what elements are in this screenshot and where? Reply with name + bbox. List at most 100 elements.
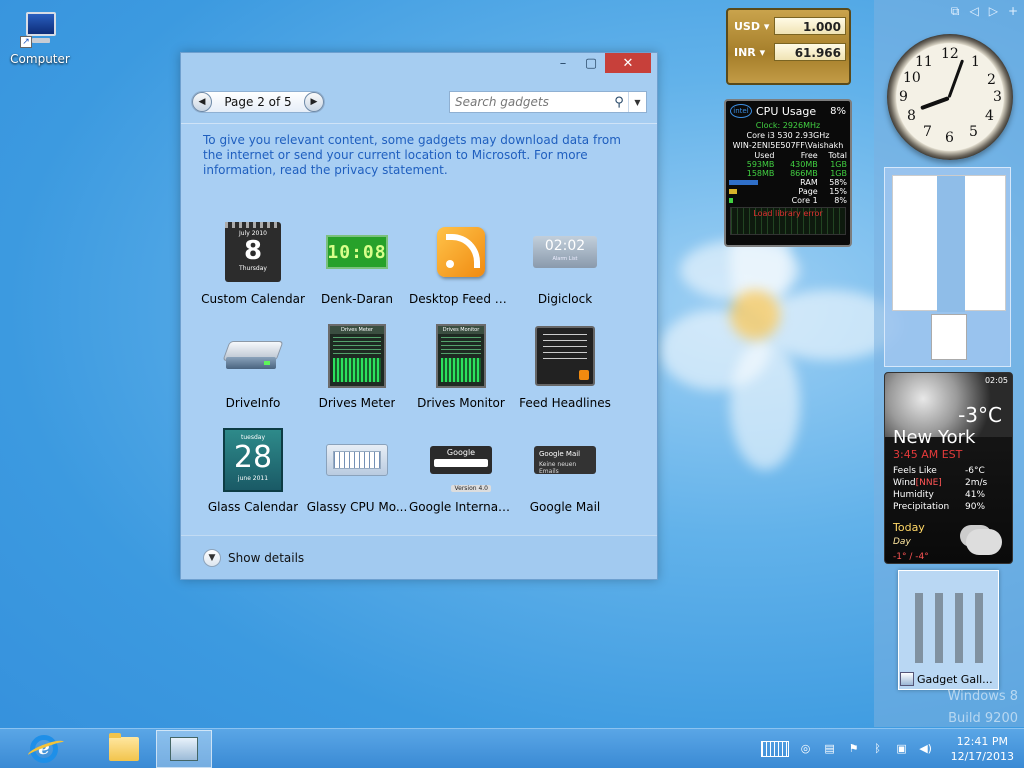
glass-calendar-month: june 2011 bbox=[237, 475, 269, 482]
previous-page-button[interactable]: ◀ bbox=[192, 92, 212, 112]
add-gadget-icon[interactable]: + bbox=[1008, 4, 1018, 19]
gadget-pin-icon[interactable]: ⧉ bbox=[951, 4, 960, 19]
slideshow-gadget[interactable] bbox=[884, 167, 1011, 367]
gadget-tile[interactable]: tuesday 28 june 2011 Glass Calendar bbox=[201, 428, 305, 532]
forecast-today: Today Day -1° / -4° bbox=[893, 521, 929, 563]
gallery-toolbar: ◀ Page 2 of 5 ▶ ⚲ ▼ bbox=[191, 90, 647, 114]
gadget-gallery-icon bbox=[900, 672, 914, 686]
search-box: ⚲ ▼ bbox=[449, 91, 647, 113]
taskbar-file-explorer[interactable] bbox=[96, 730, 152, 768]
clock-number: 7 bbox=[923, 124, 932, 140]
clock-number: 8 bbox=[907, 108, 916, 124]
drives-meter-title: Drives Meter bbox=[330, 326, 384, 334]
show-details-button[interactable]: Show details bbox=[228, 551, 304, 565]
search-input[interactable] bbox=[450, 95, 610, 109]
next-arrow-icon[interactable]: ▷ bbox=[989, 4, 998, 19]
currency-code[interactable]: USD ▾ bbox=[734, 20, 774, 33]
wind-direction: [NNE] bbox=[915, 478, 942, 488]
currency-code[interactable]: INR ▾ bbox=[734, 46, 774, 59]
memory-table: Used Free Total 593MB 430MB 1GB 158MB 86… bbox=[729, 151, 847, 205]
currency-value[interactable]: 61.966 bbox=[774, 43, 846, 61]
privacy-notice[interactable]: To give you relevant content, some gadge… bbox=[203, 133, 635, 178]
pager: ◀ Page 2 of 5 ▶ bbox=[191, 91, 325, 113]
drive-icon bbox=[221, 324, 285, 388]
gadget-gallery-window: – ▢ ✕ ◀ Page 2 of 5 ▶ ⚲ ▼ To give you re… bbox=[180, 52, 658, 580]
gadget-tile[interactable]: Google Version 4.0 Google Internati... bbox=[409, 428, 513, 532]
cpu-graph-icon bbox=[325, 428, 389, 492]
mem-cell: 593MB bbox=[746, 160, 775, 169]
taskbar-time: 12:41 PM bbox=[956, 734, 1008, 748]
taskbar-clock[interactable]: 12:41 PM 12/17/2013 bbox=[951, 734, 1014, 764]
intel-logo-icon: intel bbox=[730, 104, 752, 118]
search-tray-icon[interactable]: ◎ bbox=[799, 742, 813, 756]
gadget-label: Custom Calendar bbox=[201, 292, 305, 306]
network-icon[interactable]: ▣ bbox=[895, 742, 909, 756]
detail-value: 90% bbox=[965, 502, 986, 512]
gadget-tile[interactable]: Glassy CPU Mo... bbox=[305, 428, 409, 532]
gadget-tile[interactable]: Desktop Feed R... bbox=[409, 220, 513, 324]
cpu-usage-gadget[interactable]: intel CPU Usage 8% Clock: 2926MHz Core i… bbox=[724, 99, 852, 247]
gadget-tile[interactable]: Drives Monitor Drives Monitor bbox=[409, 324, 513, 428]
search-dropdown-button[interactable]: ▼ bbox=[628, 92, 646, 112]
touch-keyboard-icon[interactable] bbox=[760, 740, 789, 757]
gadget-tile[interactable]: Feed Headlines bbox=[513, 324, 617, 428]
clock-number: 9 bbox=[899, 89, 908, 105]
gadget-label: Drives Monitor bbox=[417, 396, 505, 410]
gadget-tile[interactable]: 10:08 Denk-Daran bbox=[305, 220, 409, 324]
mem-header: Free bbox=[800, 151, 818, 160]
weather-city: New York bbox=[893, 427, 976, 448]
gadget-tile[interactable]: July 2010 8 Thursday Custom Calendar bbox=[201, 220, 305, 324]
desktop-icon-computer[interactable]: ↗ Computer bbox=[8, 10, 72, 66]
gadget-tile[interactable]: Google Mail Keine neuen Emails Google Ma… bbox=[513, 428, 617, 532]
cpu-clock: Clock: 2926MHz bbox=[755, 121, 821, 130]
search-icon[interactable]: ⚲ bbox=[610, 95, 628, 110]
digiclock-sub: Alarm List bbox=[552, 256, 578, 262]
minimize-button[interactable]: – bbox=[549, 53, 577, 73]
mem-cell: 866MB bbox=[790, 169, 818, 178]
volume-icon[interactable]: ◀) bbox=[919, 742, 933, 756]
detail-label: Precipitation bbox=[893, 502, 950, 512]
clock-number: 6 bbox=[945, 130, 954, 146]
action-center-icon[interactable]: ⚑ bbox=[847, 742, 861, 756]
gadget-tile[interactable]: Drives Meter Drives Meter bbox=[305, 324, 409, 428]
clock-number: 11 bbox=[915, 54, 933, 70]
drives-monitor-icon: Drives Monitor bbox=[429, 324, 493, 388]
currency-row: USD ▾ 1.000 bbox=[734, 17, 846, 35]
gadget-label: Drives Meter bbox=[318, 396, 396, 410]
weather-gadget[interactable]: 02:05 -3°C New York 3:45 AM EST Feels Li… bbox=[884, 372, 1013, 564]
gadget-label: Desktop Feed R... bbox=[409, 292, 513, 306]
close-button[interactable]: ✕ bbox=[605, 53, 651, 73]
maximize-button[interactable]: ▢ bbox=[577, 53, 605, 73]
gadget-tile[interactable]: DriveInfo bbox=[201, 324, 305, 428]
details-footer: ▼ Show details bbox=[181, 535, 657, 579]
weather-details: Feels Like -6°C Wind[NNE] 2m/s Humidity 41%… bbox=[893, 465, 993, 513]
monitor-tray-icon[interactable]: ▤ bbox=[823, 742, 837, 756]
usage-bar bbox=[729, 180, 758, 185]
snow-cloud-icon bbox=[966, 529, 1002, 555]
gadgets-icon bbox=[170, 736, 198, 761]
detail-value: 2m/s bbox=[965, 478, 988, 488]
mem-cell: 430MB bbox=[790, 160, 818, 169]
taskbar-internet-explorer[interactable]: e bbox=[16, 730, 72, 768]
digital-clock-icon: 02:02 Alarm List bbox=[533, 220, 597, 284]
led-time: 10:08 bbox=[326, 235, 388, 269]
chevron-down-icon[interactable]: ▼ bbox=[203, 548, 221, 567]
bluetooth-icon[interactable]: ᛒ bbox=[871, 742, 885, 756]
google-version: Version 4.0 bbox=[451, 485, 491, 492]
previous-arrow-icon[interactable]: ◁ bbox=[969, 4, 978, 19]
taskbar-date: 12/17/2013 bbox=[950, 749, 1014, 763]
gadget-grid: July 2010 8 Thursday Custom Calendar 10:… bbox=[201, 220, 617, 532]
analog-clock-gadget[interactable]: 12 1 2 3 4 5 6 7 8 9 10 11 bbox=[887, 34, 1013, 160]
next-page-button[interactable]: ▶ bbox=[304, 92, 324, 112]
cpu-title: CPU Usage bbox=[756, 104, 817, 118]
usage-value: 8% bbox=[834, 196, 847, 205]
currency-gadget[interactable]: USD ▾ 1.000 INR ▾ 61.966 bbox=[726, 8, 851, 85]
gadget-tile[interactable]: 02:02 Alarm List Digiclock bbox=[513, 220, 617, 324]
feed-headlines-icon bbox=[533, 324, 597, 388]
mem-header: Used bbox=[754, 151, 775, 160]
currency-value[interactable]: 1.000 bbox=[774, 17, 846, 35]
cpu-percent: 8% bbox=[830, 105, 846, 117]
usage-value: 58% bbox=[829, 178, 847, 187]
taskbar-gadgets[interactable] bbox=[156, 729, 212, 768]
weather-local-time: 3:45 AM EST bbox=[893, 448, 963, 461]
